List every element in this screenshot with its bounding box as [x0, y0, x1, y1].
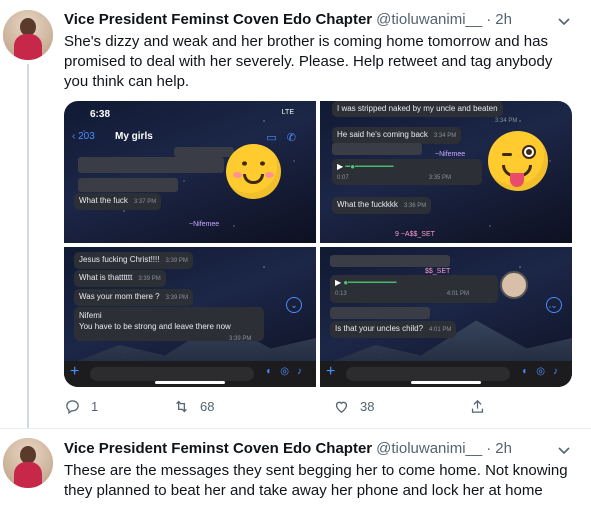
chevron-down-icon[interactable]: [557, 14, 571, 28]
back-button: ‹ 203: [72, 131, 95, 142]
timestamp[interactable]: 2h: [495, 11, 512, 28]
author-handle[interactable]: @tioluwanimi__: [376, 11, 482, 28]
avatar[interactable]: [3, 438, 53, 488]
message-bubble: What is thatttttt 3:39 PM: [74, 270, 166, 287]
avatar[interactable]: [3, 10, 53, 60]
message-bubble: Jesus fucking Christ!!!! 3:39 PM: [74, 252, 193, 269]
chat-title: My girls: [115, 131, 153, 142]
plus-icon[interactable]: +: [326, 363, 335, 381]
call-icons: ▭✆: [266, 132, 306, 144]
scroll-down-icon[interactable]: ⌄: [546, 297, 562, 313]
tweet-media[interactable]: 6:38 LTE ‹ 203 My girls ▭✆ +234 81 What …: [64, 101, 572, 387]
message-bubble: Nifemi You have to be strong and leave th…: [74, 307, 264, 342]
back-count: 203: [78, 131, 95, 142]
sender-avatar: [500, 271, 528, 299]
tweet-actions: 1 68 38: [64, 398, 504, 418]
screenshot-1[interactable]: 6:38 LTE ‹ 203 My girls ▭✆ +234 81 What …: [64, 101, 316, 243]
message-input[interactable]: [346, 367, 510, 381]
timestamp[interactable]: 2h: [495, 440, 512, 457]
message-input-bar[interactable]: + ◐◎♪: [320, 361, 572, 387]
status-network: LTE: [281, 109, 294, 116]
message-bubble: I was stripped naked by my uncle and bea…: [332, 101, 503, 117]
voice-message: ▶ ●━━━━━━━━━━ 0:13 4:01 PM: [330, 275, 498, 303]
message-time: 3:34 PM: [495, 118, 518, 124]
message-bubble: He said he's coming back 3:34 PM: [332, 127, 462, 144]
message-input[interactable]: [90, 367, 254, 381]
message-bubble: What the fuck 3:37 PM: [74, 193, 162, 210]
like-count: 38: [360, 399, 375, 414]
sender-name: ~Nifemee: [189, 221, 220, 228]
retweet-button[interactable]: 68: [173, 398, 214, 415]
tweet-header: Vice President Feminst Coven Edo Chapter…: [64, 440, 512, 457]
retweet-icon: [176, 400, 187, 413]
plus-icon[interactable]: +: [70, 363, 79, 381]
message-bubble: What the fuckkkk 3:36 PM: [332, 197, 432, 214]
scroll-down-icon[interactable]: ⌄: [286, 297, 302, 313]
voice-message: ▶ ━●━━━━━━━━ 0:07 3:35 PM: [332, 159, 482, 185]
tweet-text: She's dizzy and weak and her brother is …: [64, 33, 553, 90]
tweet-text: These are the messages they sent begging…: [64, 462, 568, 499]
tweet[interactable]: Vice President Feminst Coven Edo Chapter…: [0, 428, 591, 507]
heart-icon: [335, 401, 348, 413]
retweet-count: 68: [200, 399, 215, 414]
screenshot-4[interactable]: $$_SET ▶ ●━━━━━━━━━━ 0:13 4:01 PM Is that…: [320, 247, 572, 387]
smiling-face-emoji-icon: [226, 144, 281, 199]
screenshot-3[interactable]: Jesus fucking Christ!!!! 3:39 PM What is …: [64, 247, 316, 387]
message-bubble: Is that your uncles child? 4:01 PM: [330, 321, 457, 338]
home-indicator: [155, 381, 225, 384]
share-icon: [471, 399, 484, 413]
message-bubble: Was your mom there ? 3:39 PM: [74, 289, 193, 306]
author-name[interactable]: Vice President Feminst Coven Edo Chapter: [64, 11, 372, 28]
camera-mic-icons[interactable]: ◐◎♪: [266, 366, 310, 377]
separator: ·: [486, 440, 492, 457]
author-handle[interactable]: @tioluwanimi__: [376, 440, 482, 457]
like-button[interactable]: 38: [333, 398, 374, 415]
winking-tongue-emoji-icon: [488, 131, 548, 191]
separator: ·: [486, 11, 492, 28]
screenshot-2[interactable]: I was stripped naked by my uncle and bea…: [320, 101, 572, 243]
message-input-bar[interactable]: + ◐◎♪: [64, 361, 316, 387]
camera-mic-icons[interactable]: ◐◎♪: [522, 366, 566, 377]
reply-icon: [66, 400, 79, 415]
reply-count: 1: [91, 399, 99, 414]
author-name[interactable]: Vice President Feminst Coven Edo Chapter: [64, 440, 372, 457]
tweet[interactable]: Vice President Feminst Coven Edo Chapter…: [0, 0, 591, 428]
status-time: 6:38: [90, 109, 111, 120]
chevron-down-icon[interactable]: [557, 443, 571, 457]
home-indicator: [411, 381, 481, 384]
thread-line: [27, 64, 29, 428]
tweet-header: Vice President Feminst Coven Edo Chapter…: [64, 11, 512, 28]
share-button[interactable]: [469, 398, 486, 415]
reply-button[interactable]: 1: [64, 398, 98, 415]
sender-name: 9 ~A$$_SET: [395, 231, 435, 238]
